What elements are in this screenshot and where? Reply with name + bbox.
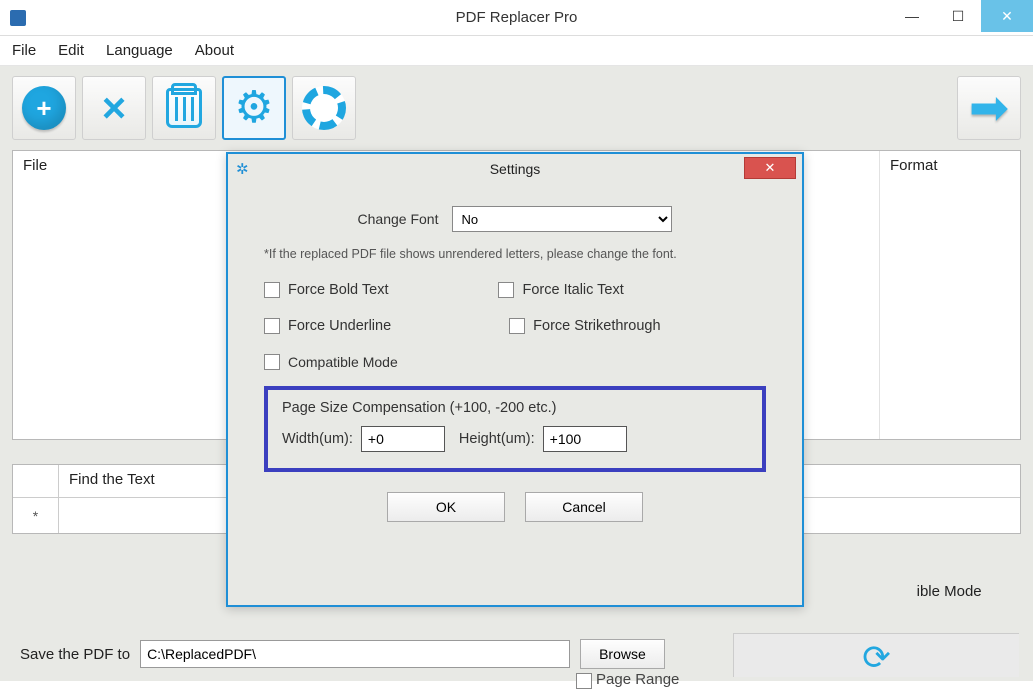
start-button[interactable]: ➡ (957, 76, 1021, 140)
minimize-button[interactable]: — (889, 0, 935, 32)
page-size-label: Page Size Compensation (+100, -200 etc.) (282, 400, 748, 416)
browse-button[interactable]: Browse (580, 639, 665, 669)
plus-icon: + (22, 86, 66, 130)
gear-icon: ⚙ (234, 86, 273, 130)
menu-file[interactable]: File (12, 42, 36, 59)
underline-strike-row: Force Underline Force Strikethrough (264, 318, 766, 334)
change-font-row: Change Font No (264, 206, 766, 232)
force-italic-checkbox[interactable] (498, 282, 514, 298)
app-title: PDF Replacer Pro (0, 9, 1033, 26)
compatible-mode-checkbox[interactable] (264, 354, 280, 370)
compatible-mode-label-dlg: Compatible Mode (288, 354, 398, 370)
menu-language[interactable]: Language (106, 42, 173, 59)
save-path-input[interactable] (140, 640, 570, 668)
dialog-titlebar: ✲ Settings ✕ (228, 154, 802, 184)
dialog-title: Settings (228, 161, 802, 177)
width-height-row: Width(um): Height(um): (282, 426, 748, 452)
add-button[interactable]: + (12, 76, 76, 140)
compatible-mode-item: Compatible Mode (264, 354, 766, 370)
dialog-close-button[interactable]: ✕ (744, 157, 796, 179)
settings-button[interactable]: ⚙ (222, 76, 286, 140)
height-label: Height(um): (459, 431, 535, 447)
help-icon (302, 86, 346, 130)
force-strike-label: Force Strikethrough (533, 318, 660, 334)
menu-edit[interactable]: Edit (58, 42, 84, 59)
page-size-compensation-box: Page Size Compensation (+100, -200 etc.)… (264, 386, 766, 472)
format-column-header[interactable]: Format (880, 151, 1020, 439)
font-hint: *If the replaced PDF file shows unrender… (264, 246, 766, 264)
force-bold-item: Force Bold Text (264, 282, 388, 298)
app-icon (10, 10, 26, 26)
trash-icon (166, 88, 202, 128)
force-italic-label: Force Italic Text (522, 282, 623, 298)
page-range-label: Page Range (596, 671, 679, 688)
arrow-right-icon: ➡ (969, 80, 1009, 136)
close-button[interactable]: ✕ (981, 0, 1033, 32)
force-bold-label: Force Bold Text (288, 282, 388, 298)
menu-about[interactable]: About (195, 42, 234, 59)
dialog-body: Change Font No *If the replaced PDF file… (228, 184, 802, 536)
width-label: Width(um): (282, 431, 353, 447)
width-input[interactable] (361, 426, 445, 452)
titlebar: PDF Replacer Pro — ☐ ✕ (0, 0, 1033, 36)
window-controls: — ☐ ✕ (889, 0, 1033, 35)
row-marker: * (13, 498, 59, 533)
ok-button[interactable]: OK (387, 492, 505, 522)
cancel-button[interactable]: Cancel (525, 492, 643, 522)
page-range-checkbox[interactable] (576, 673, 592, 689)
help-button[interactable] (292, 76, 356, 140)
dialog-buttons: OK Cancel (264, 492, 766, 522)
refresh-icon[interactable]: ⟳ (862, 638, 891, 678)
force-underline-label: Force Underline (288, 318, 391, 334)
force-italic-item: Force Italic Text (498, 282, 623, 298)
compatible-mode-label: ible Mode (917, 576, 1005, 608)
height-input[interactable] (543, 426, 627, 452)
maximize-button[interactable]: ☐ (935, 0, 981, 32)
force-bold-checkbox[interactable] (264, 282, 280, 298)
save-label: Save the PDF to (20, 646, 130, 663)
trash-button[interactable] (152, 76, 216, 140)
force-underline-item: Force Underline (264, 318, 391, 334)
force-strike-checkbox[interactable] (509, 318, 525, 334)
change-font-label: Change Font (358, 211, 439, 227)
bold-italic-row: Force Bold Text Force Italic Text (264, 282, 766, 298)
toolbar: + × ⚙ ➡ (12, 76, 1021, 140)
action-panel: ⟳ (733, 633, 1019, 677)
x-icon: × (102, 84, 127, 132)
remove-button[interactable]: × (82, 76, 146, 140)
settings-dialog: ✲ Settings ✕ Change Font No *If the repl… (226, 152, 804, 607)
force-underline-checkbox[interactable] (264, 318, 280, 334)
change-font-select[interactable]: No (452, 206, 672, 232)
menubar: File Edit Language About (0, 36, 1033, 66)
force-strike-item: Force Strikethrough (509, 318, 660, 334)
find-table-corner (13, 465, 59, 497)
